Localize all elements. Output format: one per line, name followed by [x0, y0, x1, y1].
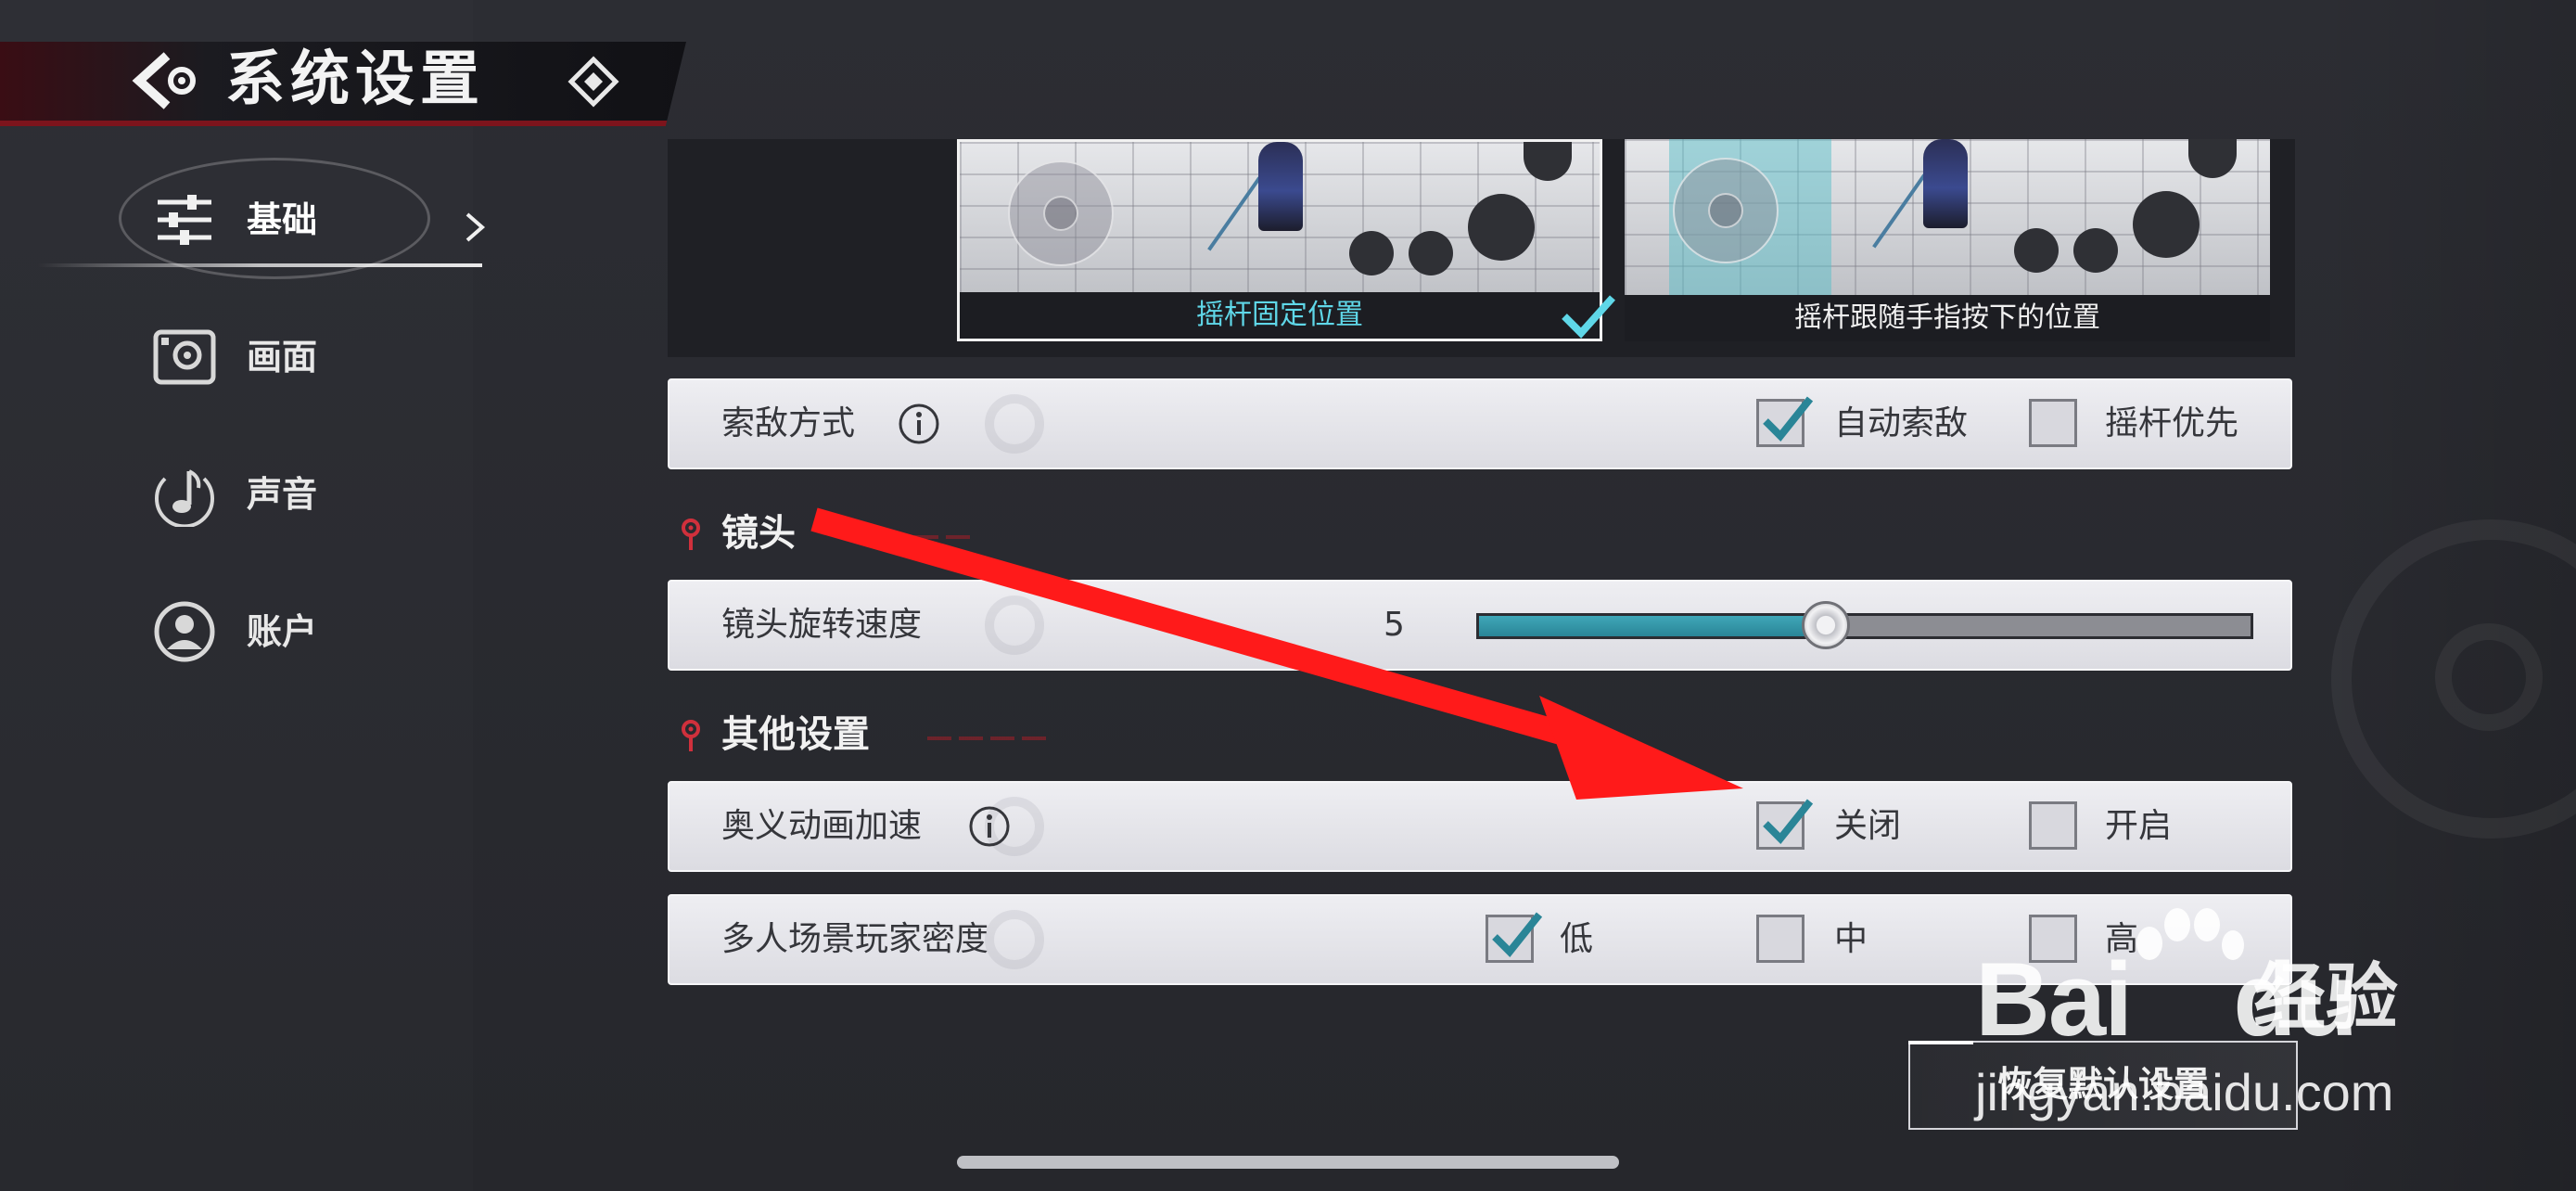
section-title: 镜头: [721, 512, 796, 555]
row-decoration: [985, 394, 1044, 454]
display-icon: [152, 325, 217, 390]
ultimate-off-checkbox[interactable]: [1756, 799, 1814, 850]
character-figure: [1258, 142, 1303, 231]
checkmark-icon: [1763, 799, 1814, 844]
joystick-priority-label: 摇杆优先: [2105, 404, 2239, 442]
ultimate-anim-row: 奥义动画加速 关闭 开启: [668, 781, 2292, 872]
option-caption: 摇杆固定位置: [1196, 299, 1363, 331]
attack-button: [1468, 194, 1535, 261]
back-arrow-icon: [132, 52, 196, 109]
diamond-icon[interactable]: [567, 56, 619, 108]
camera-rotation-value: 5: [1384, 606, 1405, 644]
checkmark-icon: [1492, 912, 1543, 957]
reset-button-label: 恢复默认设置: [1996, 1064, 2209, 1105]
section-dash: [851, 535, 972, 539]
sidebar-item-label: 基础: [247, 199, 318, 240]
location-pin-icon: [679, 515, 703, 552]
info-icon[interactable]: [898, 403, 940, 445]
character-figure: [1923, 139, 1968, 228]
ultimate-on-checkbox[interactable]: [2029, 801, 2077, 850]
slider-thumb[interactable]: [1802, 601, 1851, 649]
camera-rotation-row: 镜头旋转速度 5: [668, 580, 2292, 671]
player-density-row: 多人场景玩家密度 低 中 高: [668, 894, 2292, 985]
camera-rotation-slider[interactable]: [1476, 601, 2253, 649]
active-nav-underline: [37, 263, 482, 267]
section-dash: [927, 736, 1048, 740]
user-icon: [152, 599, 217, 664]
home-indicator[interactable]: [957, 1156, 1619, 1169]
sidebar-item-sound[interactable]: 声音: [148, 453, 482, 536]
row-decoration: [985, 596, 1044, 655]
skill-button: [2014, 228, 2059, 273]
slider-fill: [1479, 616, 1827, 636]
sidebar-item-label: 账户: [247, 611, 318, 652]
skill-button: [1349, 231, 1394, 275]
chevron-right-icon: [462, 209, 490, 246]
option-caption: 摇杆跟随手指按下的位置: [1794, 301, 2100, 334]
reset-defaults-button[interactable]: 恢复默认设置: [1908, 1041, 2298, 1130]
density-medium-checkbox[interactable]: [1756, 915, 1804, 963]
camera-rotation-label: 镜头旋转速度: [721, 606, 923, 644]
skill-button: [1409, 231, 1453, 275]
page-title: 系统设置: [225, 45, 485, 114]
joystick-option-follow[interactable]: 摇杆跟随手指按下的位置: [1625, 139, 2270, 341]
targeting-label: 索敌方式: [721, 404, 856, 442]
selected-check-icon: [1561, 292, 1616, 339]
auto-target-label: 自动索敌: [1834, 404, 1969, 442]
density-high-label: 高: [2105, 920, 2139, 958]
ultimate-off-label: 关闭: [1834, 807, 1902, 845]
sidebar-item-label: 画面: [247, 337, 318, 378]
music-note-icon: [152, 462, 217, 529]
density-low-label: 低: [1560, 920, 1594, 958]
density-medium-label: 中: [1834, 920, 1868, 958]
row-decoration: [985, 910, 1044, 969]
density-low-checkbox[interactable]: [1486, 912, 1543, 963]
density-high-checkbox[interactable]: [2029, 915, 2077, 963]
checkmark-icon: [1763, 396, 1814, 442]
player-density-label: 多人场景玩家密度: [721, 920, 989, 958]
joystick-knob: [1043, 196, 1078, 231]
ultimate-on-label: 开启: [2105, 807, 2173, 845]
attack-button: [2133, 191, 2200, 258]
skill-button: [2073, 228, 2118, 273]
sidebar-item-display[interactable]: 画面: [148, 315, 482, 399]
sidebar-item-account[interactable]: 账户: [148, 590, 482, 673]
sidebar-item-label: 声音: [247, 474, 318, 515]
joystick-knob: [1708, 193, 1743, 228]
joystick-priority-checkbox[interactable]: [2029, 399, 2077, 447]
sliders-icon: [152, 187, 217, 252]
info-icon[interactable]: [968, 805, 1011, 848]
back-button[interactable]: [130, 48, 204, 113]
section-title: 其他设置: [721, 713, 870, 756]
auto-target-checkbox[interactable]: [1756, 396, 1814, 447]
targeting-row: 索敌方式 自动索敌 摇杆优先: [668, 378, 2292, 469]
sidebar-item-basic[interactable]: 基础: [148, 178, 482, 262]
ultimate-anim-label: 奥义动画加速: [721, 807, 923, 845]
joystick-option-fixed[interactable]: 摇杆固定位置: [957, 139, 1602, 341]
location-pin-icon: [679, 716, 703, 753]
